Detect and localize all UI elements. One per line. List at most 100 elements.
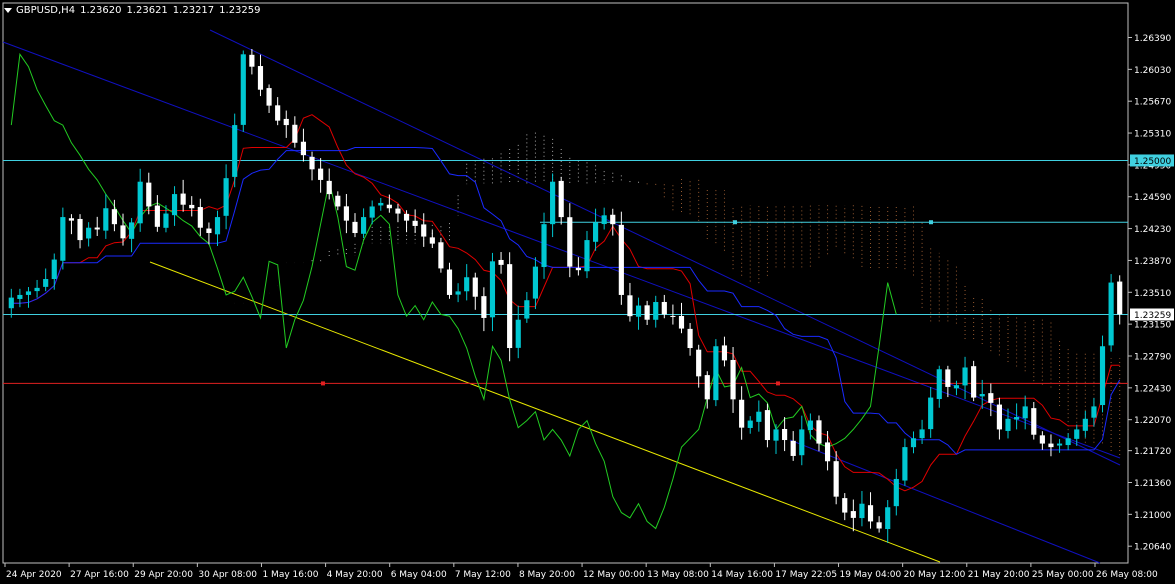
candle	[318, 158, 324, 193]
candle-body	[1099, 346, 1106, 406]
candle	[421, 213, 427, 247]
close-value: 1.23259	[219, 4, 261, 16]
candle	[1065, 433, 1071, 451]
candle-body	[214, 217, 221, 235]
candle-body	[945, 369, 951, 387]
candle	[1005, 408, 1011, 439]
candle-body	[567, 217, 573, 267]
time-tick-label: 27 Apr 16:00	[70, 570, 129, 580]
candle	[799, 415, 805, 466]
time-tick-label: 14 May 16:00	[711, 570, 773, 580]
candle	[171, 186, 178, 226]
candle	[902, 438, 908, 486]
candle	[713, 339, 719, 407]
candle-body	[558, 180, 564, 218]
candle	[790, 431, 796, 461]
candle-body	[232, 125, 238, 177]
candle-body	[86, 227, 92, 239]
price-chart[interactable]: 1.263901.260301.256701.253101.249501.245…	[0, 0, 1175, 584]
candle-body	[979, 394, 985, 397]
candle	[575, 257, 581, 276]
level-price-tag-label: 1.25000	[1134, 157, 1171, 167]
candle-body	[842, 498, 848, 513]
candle-body	[867, 505, 874, 522]
candle-body	[1031, 408, 1037, 435]
candle	[1082, 410, 1088, 438]
open-value: 1.23620	[80, 4, 122, 16]
candle-body	[1056, 443, 1063, 446]
candle-body	[369, 206, 375, 218]
candle-body	[550, 181, 556, 225]
plot-frame	[2, 2, 1129, 564]
candle	[721, 336, 728, 367]
candle	[232, 113, 238, 188]
candle	[524, 292, 530, 323]
candle-body	[94, 227, 100, 230]
time-tick-label: 12 May 00:00	[583, 570, 645, 580]
candle-body	[790, 440, 796, 456]
candle-body	[696, 349, 702, 377]
price-tick-label: 1.22070	[1134, 416, 1171, 426]
candle-body	[266, 88, 272, 106]
candle-body	[472, 277, 478, 297]
candle-body	[60, 217, 66, 261]
time-tick-label: 21 May 20:00	[968, 570, 1030, 580]
candle-body	[1091, 406, 1097, 418]
candle-body	[1074, 429, 1080, 439]
candle	[807, 413, 813, 440]
candle-body	[515, 319, 521, 348]
candle-body	[1022, 406, 1028, 419]
candle-body	[902, 447, 908, 481]
candle	[455, 283, 461, 303]
level-anchor-point	[321, 381, 325, 386]
candle	[223, 164, 229, 230]
candle	[60, 207, 66, 270]
candle-body	[782, 428, 788, 441]
candle	[403, 210, 410, 233]
candle-body	[8, 297, 14, 309]
candle	[996, 397, 1002, 440]
candle	[335, 191, 341, 211]
candle	[77, 214, 83, 249]
candle	[129, 218, 135, 253]
candle-body	[739, 399, 745, 428]
candlesticks	[8, 48, 1123, 543]
candle	[137, 168, 143, 232]
candle	[584, 230, 590, 279]
candle	[1091, 397, 1097, 427]
yellow-trendline	[149, 261, 941, 563]
candle-body	[850, 511, 856, 518]
candle	[653, 295, 659, 328]
channel-mid-line	[209, 29, 1121, 466]
candle	[747, 416, 753, 434]
candle-body	[111, 209, 117, 225]
candle-body	[421, 224, 427, 237]
candle-body	[1117, 281, 1123, 315]
candle-body	[189, 204, 195, 209]
candle	[94, 216, 100, 236]
low-value: 1.23217	[172, 4, 215, 16]
candle	[824, 430, 831, 471]
candle	[446, 262, 453, 299]
candle-body	[103, 208, 109, 231]
candle-body	[893, 478, 899, 507]
level-anchor-point	[776, 381, 780, 386]
candle	[558, 176, 564, 225]
dropdown-triangle-icon[interactable]	[4, 7, 12, 13]
candle-body	[824, 442, 831, 462]
candle-body	[661, 301, 667, 315]
chart-window[interactable]: 1.263901.260301.256701.253101.249501.245…	[0, 0, 1175, 584]
candle-body	[773, 429, 779, 441]
candle	[971, 360, 977, 402]
candle	[988, 383, 994, 417]
price-tick-label: 1.24590	[1134, 193, 1171, 203]
candle-body	[592, 222, 599, 242]
candle-body	[524, 300, 530, 319]
candle	[1117, 275, 1123, 325]
candle	[154, 195, 160, 232]
candle-body	[1039, 435, 1045, 444]
candle-body	[988, 393, 994, 403]
candle-body	[43, 279, 49, 287]
candle-body	[1108, 282, 1114, 346]
candle	[361, 208, 367, 239]
